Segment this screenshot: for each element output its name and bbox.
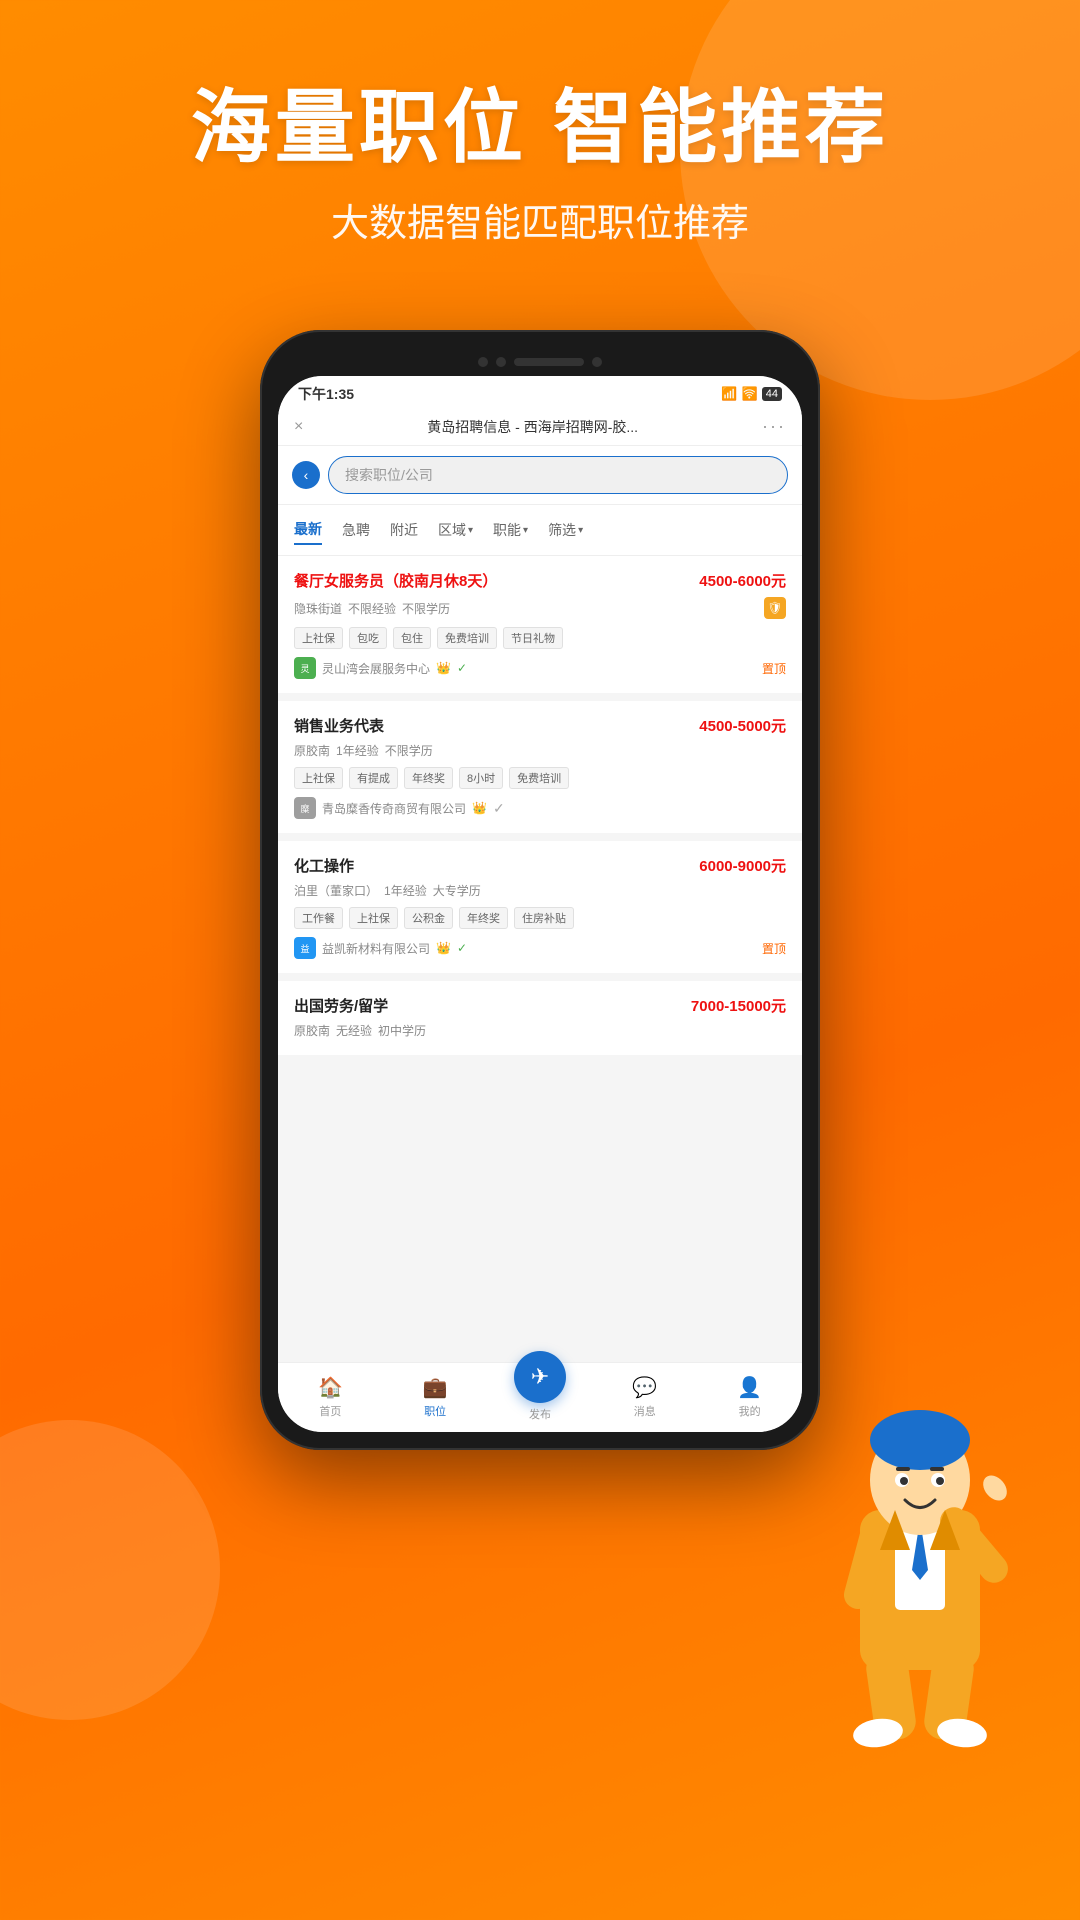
tab-function[interactable]: 职能▾ [493, 520, 528, 540]
tab-area[interactable]: 区域▾ [438, 520, 473, 540]
nav-jobs[interactable]: 💼 职位 [405, 1375, 465, 1419]
company-name-3: 益凯新材料有限公司 [322, 940, 430, 957]
job-info-2: 原胶南 1年经验 不限学历 [294, 742, 786, 759]
phone-screen: 下午1:35 📶 🛜 44 × 黄岛招聘信息 - 西海岸招聘网-胶... ···… [278, 376, 802, 1432]
nav-publish[interactable]: ✈ 发布 [510, 1371, 570, 1422]
tag: 上社保 [294, 627, 343, 649]
tag: 上社保 [349, 907, 398, 929]
tab-urgent[interactable]: 急聘 [342, 516, 370, 544]
job-info-1: 隐珠街道 不限经验 不限学历 🛡 [294, 597, 786, 619]
tag: 免费培训 [509, 767, 569, 789]
verify-icon-3: ✓ [457, 941, 467, 955]
tags-row-3: 工作餐 上社保 公积金 年终奖 住房补贴 [294, 907, 786, 929]
nav-jobs-label: 职位 [424, 1403, 446, 1419]
job-salary-4: 7000-15000元 [691, 995, 786, 1016]
tab-filter[interactable]: 筛选▾ [548, 520, 583, 540]
job-title-2: 销售业务代表 [294, 715, 699, 736]
tag: 住房补贴 [514, 907, 574, 929]
tag: 上社保 [294, 767, 343, 789]
browser-close-button[interactable]: × [294, 418, 303, 436]
signal-icon: 📶 [721, 386, 737, 402]
battery-icon: 44 [762, 387, 782, 401]
tag: 年终奖 [404, 767, 453, 789]
company-row-2: 糜 青岛糜香传奇商贸有限公司 👑 ✓ [294, 797, 786, 819]
nav-profile[interactable]: 👤 我的 [720, 1375, 780, 1419]
nav-home-label: 首页 [319, 1403, 341, 1419]
camera-dot2 [496, 357, 506, 367]
phone-top-bar [278, 348, 802, 376]
job-salary-3: 6000-9000元 [699, 855, 786, 876]
job-title-3: 化工操作 [294, 855, 699, 876]
job-card-3[interactable]: 化工操作 6000-9000元 泊里（董家口） 1年经验 大专学历 工作餐 上社… [278, 841, 802, 973]
status-bar: 下午1:35 📶 🛜 44 [278, 376, 802, 408]
jobs-container: 餐厅女服务员（胶南月休8天） 4500-6000元 隐珠街道 不限经验 不限学历… [278, 556, 802, 1362]
company-row-3: 益 益凯新材料有限公司 👑 ✓ 置顶 [294, 937, 786, 959]
search-input[interactable]: 搜索职位/公司 [328, 456, 788, 494]
job-title-4: 出国劳务/留学 [294, 995, 691, 1016]
nav-home[interactable]: 🏠 首页 [300, 1375, 360, 1419]
company-row-1: 灵 灵山湾会展服务中心 👑 ✓ 置顶 [294, 657, 786, 679]
browser-bar: × 黄岛招聘信息 - 西海岸招聘网-胶... ··· [278, 408, 802, 446]
tags-row-1: 上社保 包吃 包住 免费培训 节日礼物 [294, 627, 786, 649]
tags-row-2: 上社保 有提成 年终奖 8小时 免费培训 [294, 767, 786, 789]
pin-label-3: 置顶 [762, 940, 786, 957]
job-info-3: 泊里（董家口） 1年经验 大专学历 [294, 882, 786, 899]
tag: 年终奖 [459, 907, 508, 929]
filter-tabs: 最新 急聘 附近 区域▾ 职能▾ 筛选▾ [278, 505, 802, 556]
job-card-4[interactable]: 出国劳务/留学 7000-15000元 原胶南 无经验 初中学历 [278, 981, 802, 1055]
phone-mockup: 下午1:35 📶 🛜 44 × 黄岛招聘信息 - 西海岸招聘网-胶... ···… [260, 330, 820, 1450]
tag: 免费培训 [437, 627, 497, 649]
tab-latest[interactable]: 最新 [294, 515, 322, 545]
company-logo-1: 灵 [294, 657, 316, 679]
status-icons: 📶 🛜 44 [721, 386, 782, 402]
character-illustration [790, 1340, 1050, 1760]
tab-nearby[interactable]: 附近 [390, 516, 418, 544]
nav-profile-label: 我的 [739, 1403, 761, 1419]
job-info-4: 原胶南 无经验 初中学历 [294, 1022, 786, 1039]
tag: 公积金 [404, 907, 453, 929]
profile-icon: 👤 [737, 1375, 762, 1400]
browser-menu-button[interactable]: ··· [762, 416, 786, 437]
messages-icon: 💬 [632, 1375, 657, 1400]
job-card-1[interactable]: 餐厅女服务员（胶南月休8天） 4500-6000元 隐珠街道 不限经验 不限学历… [278, 556, 802, 693]
speaker-bar [514, 358, 584, 366]
job-title-1: 餐厅女服务员（胶南月休8天） [294, 570, 699, 591]
nav-messages-label: 消息 [634, 1403, 656, 1419]
company-name-2: 青岛糜香传奇商贸有限公司 [322, 800, 466, 817]
job-card-2[interactable]: 销售业务代表 4500-5000元 原胶南 1年经验 不限学历 上社保 有提成 … [278, 701, 802, 833]
tag: 节日礼物 [503, 627, 563, 649]
publish-icon: ✈ [531, 1364, 549, 1390]
verify-icon: ✓ [457, 661, 467, 675]
company-name-1: 灵山湾会展服务中心 [322, 660, 430, 677]
publish-button[interactable]: ✈ [514, 1351, 566, 1403]
nav-messages[interactable]: 💬 消息 [615, 1375, 675, 1419]
company-logo-2: 糜 [294, 797, 316, 819]
tag: 有提成 [349, 767, 398, 789]
pin-label-1: 置顶 [762, 660, 786, 677]
wifi-icon: 🛜 [742, 386, 758, 402]
tag: 工作餐 [294, 907, 343, 929]
job-salary-2: 4500-5000元 [699, 715, 786, 736]
bottom-nav: 🏠 首页 💼 职位 ✈ 发布 💬 消息 � [278, 1362, 802, 1432]
home-icon: 🏠 [318, 1375, 343, 1400]
back-button[interactable]: ‹ [292, 461, 320, 489]
hero-subtitle: 大数据智能匹配职位推荐 [0, 192, 1080, 247]
nav-publish-label: 发布 [529, 1406, 551, 1422]
verify-icon-2: ✓ [493, 800, 505, 817]
crown-icon-2: 👑 [472, 801, 487, 815]
tag: 8小时 [459, 767, 503, 789]
job-salary-1: 4500-6000元 [699, 570, 786, 591]
crown-icon: 👑 [436, 661, 451, 675]
company-logo-3: 益 [294, 937, 316, 959]
crown-icon-3: 👑 [436, 941, 451, 955]
camera-dot3 [592, 357, 602, 367]
tag: 包住 [393, 627, 431, 649]
status-time: 下午1:35 [298, 384, 354, 404]
browser-title: 黄岛招聘信息 - 西海岸招聘网-胶... [311, 417, 754, 437]
camera-dot [478, 357, 488, 367]
jobs-icon: 💼 [423, 1375, 448, 1400]
search-bar-row: ‹ 搜索职位/公司 [278, 446, 802, 505]
shield-icon-1: 🛡 [764, 597, 786, 619]
tag: 包吃 [349, 627, 387, 649]
